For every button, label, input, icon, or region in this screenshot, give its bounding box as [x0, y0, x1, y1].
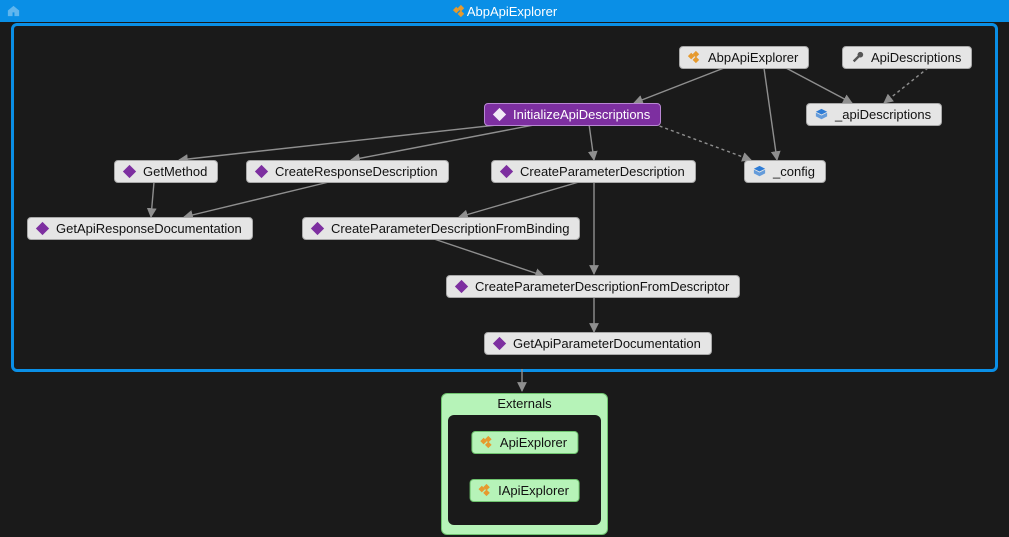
node-initializeapidescriptions[interactable]: InitializeApiDescriptions	[484, 103, 661, 126]
method-icon	[310, 221, 325, 236]
class-icon	[687, 50, 702, 65]
method-icon	[254, 164, 269, 179]
method-icon	[492, 336, 507, 351]
node-getapiparameterdocumentation[interactable]: GetApiParameterDocumentation	[484, 332, 712, 355]
node-createresponsedescription[interactable]: CreateResponseDescription	[246, 160, 449, 183]
method-icon	[122, 164, 137, 179]
externals-title: Externals	[442, 394, 607, 415]
node-label: _config	[773, 164, 815, 179]
wrench-icon	[850, 50, 865, 65]
method-icon	[35, 221, 50, 236]
node-fromDescriptor[interactable]: CreateParameterDescriptionFromDescriptor	[446, 275, 740, 298]
class-icon	[452, 4, 467, 19]
field-icon	[814, 107, 829, 122]
externals-inner: ApiExplorer IApiExplorer	[448, 415, 601, 525]
home-icon[interactable]	[6, 3, 21, 21]
ext-node-iapiexplorer[interactable]: IApiExplorer	[469, 479, 580, 502]
externals-frame: Externals ApiExplorer IApiExplorer	[441, 393, 608, 535]
node-createparameterdescription[interactable]: CreateParameterDescription	[491, 160, 696, 183]
node-getapiresponsedocumentation[interactable]: GetApiResponseDocumentation	[27, 217, 253, 240]
node-label: GetMethod	[143, 164, 207, 179]
node-apidescriptions[interactable]: ApiDescriptions	[842, 46, 972, 69]
node-label: GetApiResponseDocumentation	[56, 221, 242, 236]
class-icon	[477, 483, 492, 498]
node-label: GetApiParameterDocumentation	[513, 336, 701, 351]
node-label: AbpApiExplorer	[708, 50, 798, 65]
node-label: CreateParameterDescription	[520, 164, 685, 179]
node-label: ApiExplorer	[500, 435, 567, 450]
method-icon	[454, 279, 469, 294]
window-title: AbpApiExplorer	[467, 4, 557, 19]
diagram-frame: AbpApiExplorer ApiDescriptions Initializ…	[11, 23, 998, 372]
class-icon	[479, 435, 494, 450]
node-config[interactable]: _config	[744, 160, 826, 183]
diagram-arrows	[14, 26, 999, 369]
node-label: IApiExplorer	[498, 483, 569, 498]
method-icon	[499, 164, 514, 179]
node-fromBinding[interactable]: CreateParameterDescriptionFromBinding	[302, 217, 580, 240]
node-abpapiexplorer[interactable]: AbpApiExplorer	[679, 46, 809, 69]
method-icon	[492, 107, 507, 122]
ext-node-apiexplorer[interactable]: ApiExplorer	[471, 431, 578, 454]
node-label: CreateParameterDescriptionFromDescriptor	[475, 279, 729, 294]
node-apidescriptions-field[interactable]: _apiDescriptions	[806, 103, 942, 126]
field-icon	[752, 164, 767, 179]
node-label: ApiDescriptions	[871, 50, 961, 65]
node-getmethod[interactable]: GetMethod	[114, 160, 218, 183]
node-label: CreateParameterDescriptionFromBinding	[331, 221, 569, 236]
node-label: _apiDescriptions	[835, 107, 931, 122]
node-label: CreateResponseDescription	[275, 164, 438, 179]
node-label: InitializeApiDescriptions	[513, 107, 650, 122]
window-titlebar: AbpApiExplorer	[0, 0, 1009, 22]
